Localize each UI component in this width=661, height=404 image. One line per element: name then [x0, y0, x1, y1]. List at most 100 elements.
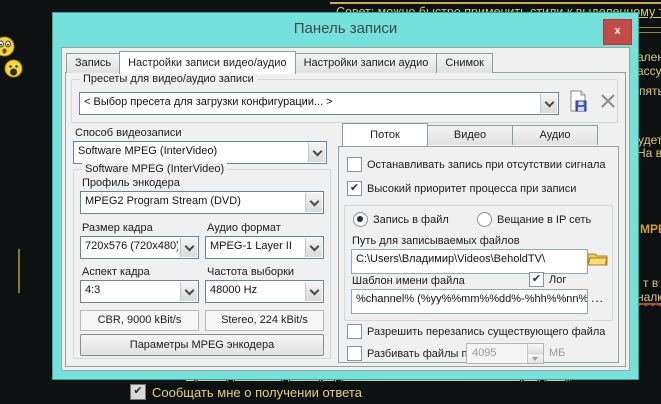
stream-page: Останавливать запись при отсутствии сигн…: [338, 146, 619, 364]
split-size-unit-label: МБ: [549, 347, 566, 359]
stop-no-signal-option[interactable]: Останавливать запись при отсутствии сигн…: [347, 157, 606, 172]
aspect-combobox[interactable]: 4:3: [80, 280, 199, 303]
preset-group-caption: Пресеты для видео/аудио записи: [80, 73, 257, 85]
encoder-group: Software MPEG (InterVideo) Профиль энкод…: [73, 163, 331, 359]
aspect-value: 4:3: [85, 284, 101, 296]
window-title: Панель записи: [293, 20, 398, 37]
tab-record[interactable]: Запись: [66, 53, 121, 73]
clipped-text-fragment: удет: [638, 133, 661, 147]
tab-video-audio-settings[interactable]: Настройки записи видео/аудио: [119, 51, 296, 74]
dialog-body: Запись Настройки записи видео/аудио Наст…: [61, 47, 630, 371]
mpeg-params-button[interactable]: Параметры MPEG энкодера: [80, 334, 324, 356]
notify-reply-option[interactable]: ✔ Сообщать мне о получении ответа: [130, 384, 362, 400]
log-checkbox[interactable]: [529, 272, 544, 287]
chevron-down-icon[interactable]: [305, 282, 322, 301]
clipped-text-fragment: налк: [637, 290, 661, 304]
chevron-down-icon[interactable]: [308, 143, 325, 162]
video-method-value: Software MPEG (InterVideo): [78, 145, 218, 157]
video-bitrate-readout: CBR, 9000 kBit/s: [80, 310, 199, 331]
split-files-checkbox[interactable]: [347, 346, 362, 361]
preset-group: Пресеты для видео/аудио записи < Выбор п…: [71, 73, 618, 123]
split-size-stepper[interactable]: 4095: [466, 343, 544, 364]
frame-size-value: 720x576 (720x480): [85, 240, 178, 252]
browse-folder-icon[interactable]: [587, 250, 609, 267]
clipped-text-fragment: МРЕ: [640, 222, 661, 236]
tab-stream[interactable]: Поток: [342, 123, 428, 146]
sample-rate-label: Частота выборки: [207, 266, 295, 278]
chevron-down-icon[interactable]: [305, 193, 322, 212]
shocked-smiley-icon: [0, 36, 15, 57]
overwrite-checkbox[interactable]: [347, 324, 362, 339]
frame-size-combobox[interactable]: 720x576 (720x480): [80, 236, 199, 259]
split-size-value: 4095: [472, 347, 497, 359]
high-priority-label: Высокий приоритет процесса при записи: [367, 182, 577, 195]
tab-stream-audio[interactable]: Аудио: [512, 125, 598, 145]
tab-audio-settings[interactable]: Настройки записи аудио: [294, 53, 438, 73]
video-audio-settings-page: Пресеты для видео/аудио записи < Выбор п…: [65, 72, 626, 367]
encoder-profile-label: Профиль энкодера: [82, 177, 180, 189]
filename-template-input[interactable]: %channel% (%yy%%mm%%dd%-%hh%%nn%: [351, 289, 588, 314]
record-to-file-label: Запись в файл: [373, 213, 449, 226]
audio-bitrate-readout: Stereo, 224 kBit/s: [205, 310, 324, 331]
encoder-profile-combobox[interactable]: MPEG2 Program Stream (DVD): [80, 191, 324, 214]
encoder-profile-value: MPEG2 Program Stream (DVD): [85, 195, 241, 207]
log-option[interactable]: Лог: [529, 272, 566, 287]
preset-combobox-value: < Выбор пресета для загрузки конфигураци…: [84, 96, 333, 108]
close-button[interactable]: x: [603, 19, 632, 45]
stop-no-signal-label: Останавливать запись при отсутствии сигн…: [367, 158, 606, 171]
video-method-label: Способ видеозаписи: [75, 127, 182, 139]
aspect-label: Аспект кадра: [82, 266, 150, 278]
stepper-up-icon[interactable]: [528, 344, 543, 354]
tab-snapshot[interactable]: Снимок: [436, 53, 493, 73]
chevron-down-icon[interactable]: [180, 282, 197, 301]
audio-format-value: MPEG-1 Layer II: [210, 240, 292, 252]
save-preset-icon[interactable]: [568, 90, 588, 112]
encoder-group-caption: Software MPEG (InterVideo): [82, 163, 228, 175]
ip-broadcast-radio[interactable]: [477, 212, 492, 227]
overwrite-label: Разрешить перезапись существующего файла: [367, 325, 606, 338]
forum-rule-vertical: [18, 249, 20, 293]
filename-template-label: Шаблон имени файла: [352, 275, 465, 287]
audio-format-combobox[interactable]: MPEG-1 Layer II: [205, 236, 324, 259]
sample-rate-value: 48000 Hz: [210, 284, 258, 296]
audio-format-label: Аудио формат: [207, 222, 281, 234]
clipped-text-fragment: пять: [639, 84, 661, 98]
video-method-combobox[interactable]: Software MPEG (InterVideo): [73, 141, 327, 164]
recording-panel-window: Панель записи x Запись Настройки записи …: [52, 12, 639, 380]
record-to-file-radio[interactable]: [353, 212, 368, 227]
split-files-label: Разбивать файлы по: [367, 347, 474, 360]
stream-tab-bar: Поток Видео Аудио: [342, 123, 598, 146]
ip-broadcast-option[interactable]: Вещание в IP сеть: [477, 212, 591, 227]
preset-combobox[interactable]: < Выбор пресета для загрузки конфигураци…: [79, 92, 559, 115]
clipped-text-fragment: ассу: [637, 64, 661, 78]
main-tab-bar: Запись Настройки записи видео/аудио Наст…: [66, 51, 493, 74]
template-browse-button[interactable]: ...: [591, 291, 604, 305]
clipped-text-fragment: т в: [643, 276, 659, 290]
sample-rate-combobox[interactable]: 48000 Hz: [205, 280, 324, 303]
file-output-group: Запись в файл Вещание в IP сеть Путь для…: [344, 205, 613, 321]
tab-stream-video[interactable]: Видео: [427, 125, 513, 145]
record-path-input[interactable]: C:\Users\Владимир\Videos\BeholdTV\: [351, 249, 588, 274]
overwrite-option[interactable]: Разрешить перезапись существующего файла: [347, 324, 605, 339]
chevron-down-icon[interactable]: [180, 238, 197, 257]
clipped-text-fragment: На в: [637, 146, 661, 160]
screen: Совет: можно быстро применить стили к вы…: [0, 0, 661, 404]
chevron-down-icon[interactable]: [305, 238, 322, 257]
frame-size-label: Размер кадра: [82, 222, 153, 234]
delete-preset-icon[interactable]: [600, 93, 616, 109]
surprised-smiley-icon: [4, 59, 23, 78]
record-to-file-option[interactable]: Запись в файл: [353, 212, 449, 227]
chevron-down-icon[interactable]: [540, 94, 557, 113]
record-path-label: Путь для записываемых файлов: [352, 235, 520, 247]
stepper-down-icon[interactable]: [528, 354, 543, 363]
high-priority-checkbox[interactable]: [347, 181, 362, 196]
log-label: Лог: [549, 273, 567, 286]
forum-top-rule: [330, 2, 661, 4]
stop-no-signal-checkbox[interactable]: [347, 157, 362, 172]
notify-checkbox-label: Сообщать мне о получении ответа: [152, 384, 362, 400]
ip-broadcast-label: Вещание в IP сеть: [497, 213, 592, 226]
split-files-option[interactable]: Разбивать файлы по: [347, 346, 474, 361]
clipped-text-fragment: ален: [637, 50, 661, 64]
notify-checkbox[interactable]: ✔: [130, 384, 146, 400]
high-priority-option[interactable]: Высокий приоритет процесса при записи: [347, 181, 576, 196]
